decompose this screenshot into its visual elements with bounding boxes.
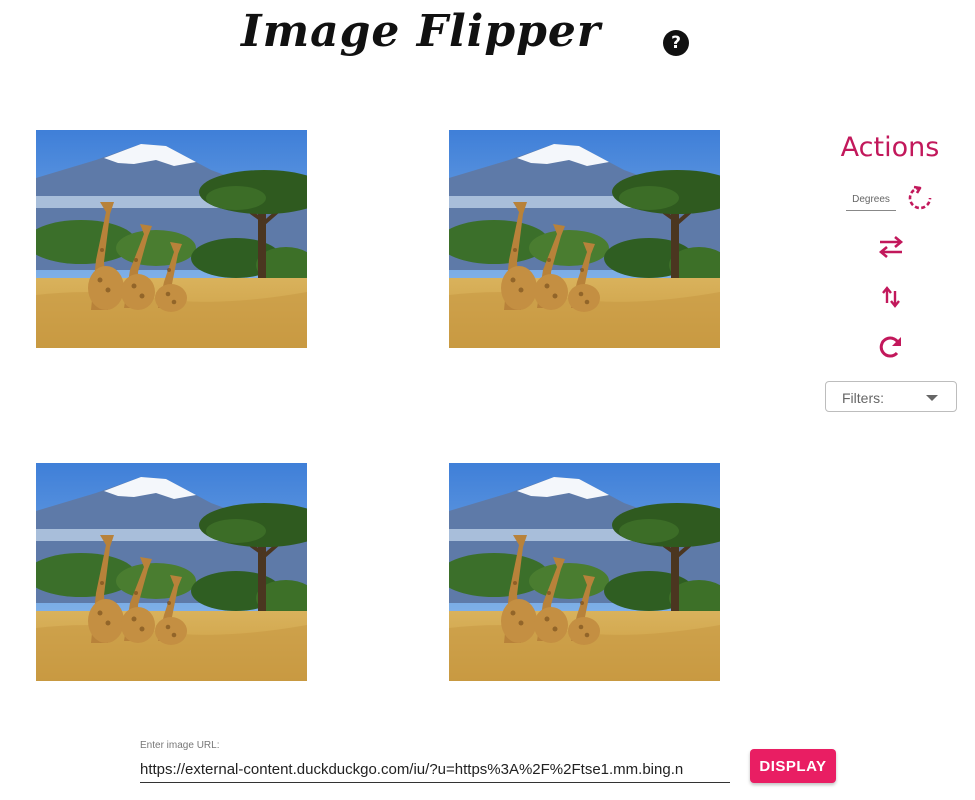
image-tile-bottom-left (36, 463, 307, 681)
giraffes-kilimanjaro-image (449, 463, 720, 681)
header: Image Flipper ? (0, 6, 975, 66)
giraffes-kilimanjaro-image (36, 130, 307, 348)
actions-panel: Actions Filters: (815, 128, 965, 428)
degrees-input[interactable] (846, 188, 896, 211)
url-form: Enter image URL: (140, 740, 740, 790)
app-title: Image Flipper (241, 6, 602, 57)
swap-vertical-icon[interactable] (877, 283, 905, 311)
giraffes-kilimanjaro-image (449, 130, 720, 348)
actions-title: Actions (840, 132, 940, 163)
image-tile-top-left (36, 130, 307, 348)
redo-icon[interactable] (877, 333, 905, 361)
chevron-down-icon (926, 395, 938, 401)
rotate-degrees-icon[interactable] (906, 184, 934, 212)
filters-label: Filters: (842, 390, 884, 406)
filters-select[interactable]: Filters: (825, 381, 957, 412)
url-input[interactable] (140, 756, 730, 783)
image-tile-bottom-right (449, 463, 720, 681)
giraffes-kilimanjaro-image (36, 463, 307, 681)
display-button[interactable]: DISPLAY (750, 749, 836, 783)
swap-horizontal-icon[interactable] (877, 233, 905, 261)
image-tile-top-right (449, 130, 720, 348)
url-label: Enter image URL: (140, 740, 220, 751)
help-icon[interactable]: ? (663, 30, 689, 56)
